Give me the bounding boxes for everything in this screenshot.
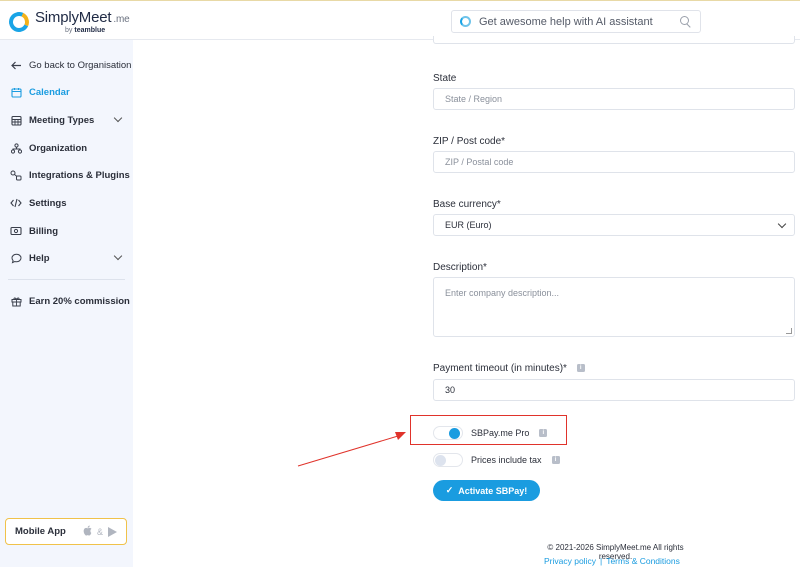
state-input[interactable]: State / Region <box>433 88 795 110</box>
sidebar-item-label: Help <box>29 252 50 264</box>
zip-label: ZIP / Post code* <box>433 136 506 147</box>
code-icon <box>10 197 22 209</box>
check-icon: ✓ <box>445 485 454 495</box>
sidebar-item-earn-commission[interactable]: Earn 20% commission <box>0 290 133 312</box>
currency-label: Base currency* <box>433 199 501 210</box>
logo-brand: teamblue <box>74 27 106 34</box>
calendar-icon <box>10 86 22 98</box>
ai-search-placeholder: Get awesome help with AI assistant <box>479 15 653 28</box>
state-placeholder: State / Region <box>445 94 503 104</box>
sidebar-item-help[interactable]: Help <box>0 247 133 269</box>
ai-assistant-search[interactable]: Get awesome help with AI assistant <box>451 10 701 33</box>
sidebar-item-label: Integrations & Plugins <box>29 169 130 181</box>
plugins-icon <box>10 169 22 181</box>
sidebar-item-label: Calendar <box>29 86 70 98</box>
chevron-down-icon[interactable] <box>113 113 123 123</box>
description-textarea[interactable]: Enter company description... <box>433 277 795 337</box>
timeout-value: 30 <box>445 385 456 395</box>
top-header: SimplyMeet .me by teamblue Get awesome hel… <box>0 0 800 40</box>
prices-include-tax-label: Prices include tax <box>471 455 542 465</box>
resize-grip-icon[interactable] <box>786 328 792 334</box>
info-icon[interactable]: i <box>551 456 560 464</box>
sidebar-item-label: Earn 20% commission <box>29 295 130 307</box>
sidebar-item-integrations[interactable]: Integrations & Plugins <box>0 164 133 186</box>
mobile-app-card[interactable]: Mobile App & <box>5 518 127 545</box>
grid-calendar-icon <box>10 114 22 126</box>
description-placeholder: Enter company description... <box>445 288 560 298</box>
description-label: Description* <box>433 262 487 273</box>
apple-icon[interactable] <box>83 525 92 539</box>
sidebar-item-label: Go back to Organisation <box>29 59 132 71</box>
sidebar: Go back to Organisation Calendar Meeting… <box>0 40 133 567</box>
annotation-highlight-box <box>410 415 567 445</box>
chevron-down-icon[interactable] <box>113 251 123 261</box>
country-field-partial[interactable] <box>433 36 795 44</box>
arrow-left-icon <box>10 59 22 71</box>
sidebar-item-go-back[interactable]: Go back to Organisation <box>0 54 133 76</box>
sidebar-item-calendar[interactable]: Calendar <box>0 81 133 103</box>
logo-by: by <box>65 27 73 34</box>
timeout-input[interactable]: 30 <box>433 379 795 401</box>
billing-icon <box>10 225 22 237</box>
chevron-down-icon <box>777 219 787 229</box>
footer-separator: | <box>599 556 603 566</box>
sidebar-item-billing[interactable]: Billing <box>0 220 133 242</box>
prices-tax-toggle-row: Prices include tax i <box>433 452 560 468</box>
sidebar-item-label: Settings <box>29 197 67 209</box>
timeout-label-row: Payment timeout (in minutes)* i <box>433 363 585 374</box>
gift-icon <box>10 295 22 307</box>
mobile-app-ampersand: & <box>96 526 103 537</box>
ai-assistant-icon <box>460 16 471 27</box>
activate-sbpay-label: Activate SBPay! <box>458 485 528 496</box>
sidebar-item-label: Meeting Types <box>29 114 95 126</box>
activate-sbpay-button[interactable]: ✓ Activate SBPay! <box>433 480 540 501</box>
timeout-label: Payment timeout (in minutes)* <box>433 363 567 374</box>
logo-mark-icon <box>6 9 32 35</box>
prices-include-tax-toggle[interactable] <box>433 453 463 467</box>
currency-value: EUR (Euro) <box>445 220 492 230</box>
privacy-policy-link[interactable]: Privacy policy <box>544 556 596 566</box>
chat-help-icon <box>10 252 22 264</box>
footer-links: Privacy policy | Terms & Conditions <box>544 556 680 566</box>
logo-wordmark: SimplyMeet <box>35 9 112 26</box>
search-icon[interactable] <box>680 15 692 28</box>
sidebar-item-label: Organization <box>29 142 88 154</box>
sidebar-divider <box>8 279 125 280</box>
logo-suffix: .me <box>113 14 130 25</box>
sidebar-item-label: Billing <box>29 225 59 237</box>
sidebar-item-settings[interactable]: Settings <box>0 192 133 214</box>
zip-placeholder: ZIP / Postal code <box>445 157 514 167</box>
currency-select[interactable]: EUR (Euro) <box>433 214 795 236</box>
sidebar-item-organization[interactable]: Organization <box>0 137 133 159</box>
sidebar-item-meeting-types[interactable]: Meeting Types <box>0 109 133 131</box>
toggle-knob <box>435 455 446 466</box>
state-label: State <box>433 73 457 84</box>
mobile-app-label: Mobile App <box>15 526 66 537</box>
org-chart-icon <box>10 142 22 154</box>
google-play-icon[interactable] <box>108 526 117 537</box>
zip-input[interactable]: ZIP / Postal code <box>433 151 795 173</box>
terms-link[interactable]: Terms & Conditions <box>606 556 680 566</box>
info-icon[interactable]: i <box>576 364 585 373</box>
simplymeet-logo[interactable]: SimplyMeet .me by teamblue <box>6 9 130 35</box>
